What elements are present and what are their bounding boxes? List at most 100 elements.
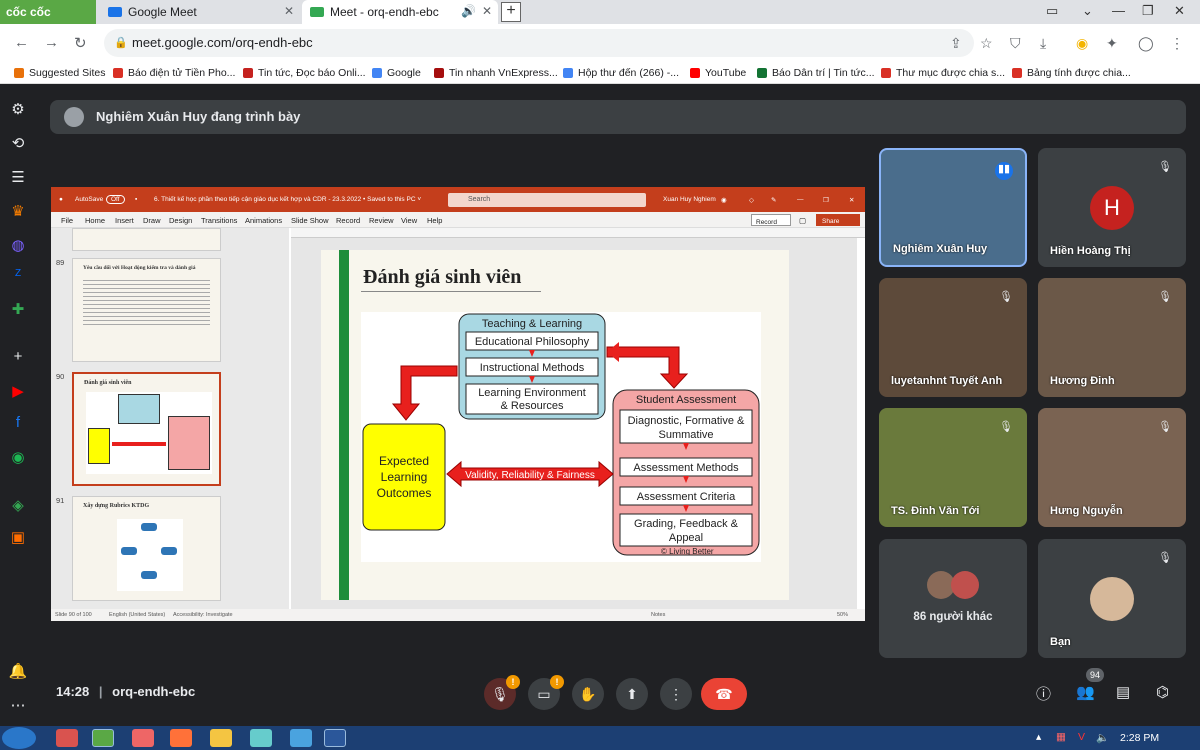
info-icon[interactable]: ⓘ — [1036, 683, 1051, 704]
coccoc-ext-icon[interactable]: ◉ — [1076, 35, 1088, 52]
star-icon[interactable]: ☆ — [980, 35, 993, 52]
minimize-icon[interactable]: — — [797, 196, 804, 203]
download-icon[interactable]: ⤓ — [1040, 35, 1046, 52]
menu-design[interactable]: Design — [169, 216, 192, 225]
menu-animations[interactable]: Animations — [245, 216, 282, 225]
add-icon[interactable]: + — [8, 348, 28, 368]
bookmark-tintuc[interactable]: Tin tức, Đọc báo Onli... — [243, 67, 366, 79]
bookmark-shared-folder[interactable]: Thư mục được chia s... — [881, 67, 1005, 79]
forward-icon[interactable]: → — [44, 34, 59, 51]
youtube-icon[interactable]: ▶ — [8, 382, 28, 402]
slide-thumbnail-90-selected[interactable]: Đánh giá sinh viên — [72, 372, 221, 486]
volume-icon[interactable]: 🔈 — [1096, 731, 1109, 744]
new-tab-button[interactable]: + — [501, 2, 521, 22]
history-icon[interactable]: ⟲ — [8, 134, 28, 154]
people-icon[interactable]: 👥 — [1076, 683, 1095, 701]
share-icon[interactable]: ⇪ — [950, 35, 962, 52]
menu-view[interactable]: View — [401, 216, 417, 225]
menu-icon[interactable]: ⋮ — [1170, 35, 1184, 52]
notification-bell-icon[interactable]: 🔔 — [8, 662, 28, 682]
slide-editor-canvas[interactable]: Đánh giá sinh viên Teaching & Learning E… — [291, 238, 857, 609]
menu-draw[interactable]: Draw — [143, 216, 161, 225]
notes-toggle[interactable]: Notes — [651, 612, 665, 618]
taskbar-app-icon[interactable] — [250, 729, 272, 747]
back-icon[interactable]: ← — [14, 34, 29, 51]
pen-icon[interactable]: ✎ — [771, 196, 776, 204]
spotify-icon[interactable]: ◉ — [8, 448, 28, 468]
maximize-icon[interactable]: ❐ — [1142, 3, 1154, 19]
close-tab-icon[interactable]: ✕ — [284, 4, 294, 18]
profile-icon[interactable]: ◯ — [1138, 35, 1154, 52]
messenger-icon[interactable]: ◍ — [8, 236, 28, 256]
menu-file[interactable]: File — [61, 216, 73, 225]
slide-thumbnail-88[interactable] — [72, 228, 221, 251]
zoom-level[interactable]: 50% — [837, 612, 848, 618]
close-icon[interactable]: ✕ — [849, 196, 854, 204]
save-icon[interactable]: ▪ — [135, 196, 137, 203]
taskbar-app-icon[interactable] — [132, 729, 154, 747]
diamond-icon[interactable]: ◇ — [749, 196, 754, 204]
firefox-icon[interactable] — [170, 729, 192, 747]
more-options-button[interactable]: ⋮ — [660, 678, 692, 710]
coccoc-logo[interactable]: cốc cốc — [0, 0, 96, 24]
slide-thumbnail-91[interactable]: Xây dựng Rubrics KTDG — [72, 496, 221, 601]
speaker-icon[interactable]: 🔊 — [461, 4, 476, 18]
self-tile[interactable]: 🎙 Bạn — [1038, 539, 1186, 658]
start-button[interactable] — [2, 727, 36, 749]
chat-icon[interactable]: ▤ — [1116, 683, 1130, 701]
others-tile[interactable]: 86 người khác — [879, 539, 1027, 658]
chevron-down-icon[interactable]: ⌄ — [1082, 3, 1093, 19]
participant-tile[interactable]: 🎙 Hương Đinh — [1038, 278, 1186, 397]
maps-icon[interactable]: ◈ — [8, 496, 28, 516]
game-icon[interactable]: ✚ — [8, 300, 28, 320]
shopping-icon[interactable]: ▣ — [8, 528, 28, 548]
bookmark-tienphong[interactable]: Báo điện tử Tiền Pho... — [113, 67, 235, 79]
menu-insert[interactable]: Insert — [115, 216, 134, 225]
search-input[interactable]: Search — [448, 193, 646, 207]
bookmark-dantri[interactable]: Báo Dân trí | Tin tức... — [757, 67, 875, 79]
bookmark-gmail[interactable]: Hộp thư đến (266) -... — [563, 67, 679, 79]
menu-record[interactable]: Record — [336, 216, 360, 225]
maximize-icon[interactable]: ❐ — [823, 196, 829, 204]
screenshot-icon[interactable]: ▭ — [1046, 3, 1058, 19]
folder-icon[interactable] — [210, 729, 232, 747]
bookmark-vnexpress[interactable]: Tin nhanh VnExpress... — [434, 67, 558, 79]
extensions-icon[interactable]: ✦ — [1106, 35, 1118, 52]
share-button[interactable]: Share — [816, 214, 860, 226]
network-icon[interactable]: ▦ — [1056, 731, 1066, 743]
participant-tile[interactable]: 🎙 luyetanhnt Tuyết Anh — [879, 278, 1027, 397]
tray-expand-icon[interactable]: ▴ — [1036, 731, 1041, 743]
autosave-toggle[interactable]: Off — [106, 195, 125, 204]
zalo-icon[interactable]: Z — [8, 268, 28, 288]
participant-tile[interactable]: 🎙 H Hiền Hoàng Thị — [1038, 148, 1186, 267]
bookmark-youtube[interactable]: YouTube — [690, 67, 746, 79]
menu-review[interactable]: Review — [369, 216, 394, 225]
crown-icon[interactable]: ♛ — [8, 202, 28, 222]
raise-hand-button[interactable]: ✋ — [572, 678, 604, 710]
reload-icon[interactable]: ↻ — [74, 34, 87, 52]
taskbar-app-icon[interactable] — [56, 729, 78, 747]
lock-icon[interactable]: 🔒 — [114, 36, 128, 49]
menu-slideshow[interactable]: Slide Show — [291, 216, 329, 225]
close-tab-icon[interactable]: ✕ — [482, 4, 492, 18]
taskbar-app-icon[interactable] — [290, 729, 312, 747]
tab-meet-active[interactable]: Meet - orq-endh-ebc 🔊 ✕ — [302, 0, 498, 24]
avatar[interactable]: ◉ — [721, 196, 727, 204]
tab-google-meet[interactable]: Google Meet ✕ — [100, 0, 300, 24]
menu-home[interactable]: Home — [85, 216, 105, 225]
coccoc-taskbar-icon[interactable] — [92, 729, 114, 747]
facebook-icon[interactable]: f — [8, 414, 28, 434]
bookmark-suggested[interactable]: Suggested Sites — [14, 67, 105, 79]
activities-icon[interactable]: ⌬ — [1156, 683, 1169, 701]
word-icon[interactable] — [324, 729, 346, 747]
bookmark-google[interactable]: Google — [372, 67, 421, 79]
taskbar-clock[interactable]: 2:28 PM — [1120, 732, 1159, 744]
participant-tile[interactable]: 🎙 Hưng Nguyễn — [1038, 408, 1186, 527]
close-window-icon[interactable]: ✕ — [1174, 3, 1185, 19]
bookmark-shared-sheet[interactable]: Bảng tính được chia... — [1012, 67, 1131, 79]
menu-transitions[interactable]: Transitions — [201, 216, 237, 225]
settings-icon[interactable]: ⚙ — [8, 100, 28, 120]
more-icon[interactable]: ⋯ — [8, 696, 28, 716]
shield-icon[interactable]: ⛉ — [1010, 35, 1021, 52]
accessibility-status[interactable]: Accessibility: Investigate — [173, 612, 233, 618]
